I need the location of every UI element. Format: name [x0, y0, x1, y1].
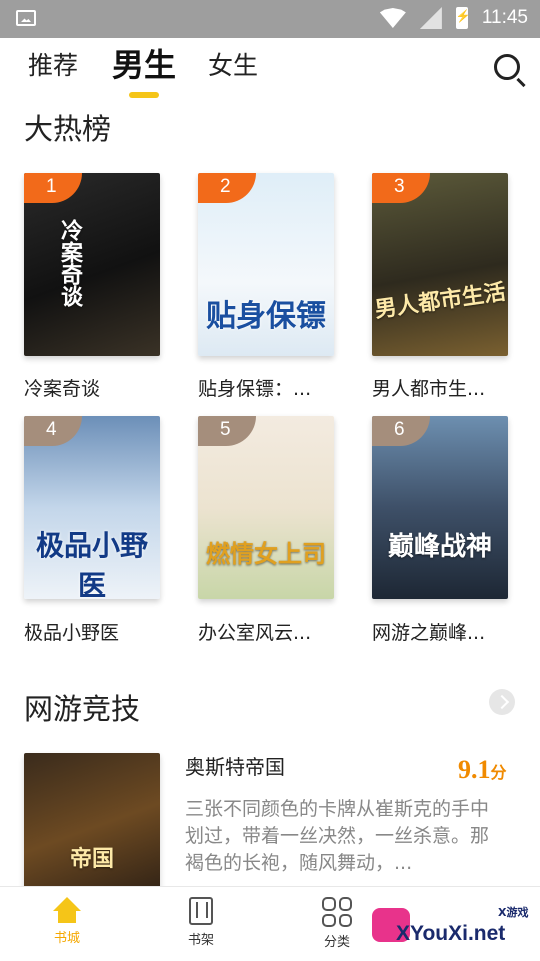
image-notification-icon [16, 10, 36, 26]
nav-bookshelf[interactable]: 书架 [171, 897, 231, 948]
tab-recommend[interactable]: 推荐 [28, 46, 78, 82]
search-icon[interactable] [494, 54, 520, 80]
home-icon [53, 897, 81, 923]
top-tabs: 推荐 男生 女生 [0, 38, 540, 98]
book-description: 三张不同颜色的卡牌从崔斯克的手中划过，带着一丝决然，一丝杀意。那褐色的长袍，随风… [185, 798, 490, 874]
book-cover[interactable]: 男人都市生活 3 [372, 173, 508, 356]
book-title[interactable]: 男人都市生... [372, 374, 485, 401]
rank-badge: 4 [24, 416, 82, 446]
book-title[interactable]: 贴身保镖：... [198, 374, 311, 401]
book-title[interactable]: 冷案奇谈 [24, 374, 100, 401]
hot-list-title: 大热榜 [24, 112, 112, 146]
nav-bookstore[interactable]: 书城 [37, 897, 97, 946]
chevron-right-icon[interactable] [489, 689, 515, 715]
battery-icon [455, 7, 471, 29]
active-tab-indicator [129, 92, 159, 98]
signal-icon [419, 7, 442, 29]
status-time: 11:45 [481, 7, 528, 28]
nav-category[interactable]: 分类 [307, 897, 367, 950]
sports-section-title: 网游竞技 [24, 692, 141, 726]
grid-icon [322, 897, 352, 927]
site-watermark: XYouXi.net X游戏 [372, 902, 532, 952]
tab-male[interactable]: 男生 [112, 40, 176, 86]
book-title[interactable]: 奥斯特帝国 [185, 751, 285, 780]
book-title[interactable]: 极品小野医 [24, 618, 119, 645]
book-icon [189, 897, 213, 925]
status-bar: 11:45 [0, 0, 540, 38]
book-cover[interactable]: 帝国 [24, 753, 160, 903]
book-cover[interactable]: 冷案奇谈 1 [24, 173, 160, 356]
rank-badge: 5 [198, 416, 256, 446]
book-cover[interactable]: 贴身保镖 2 [198, 173, 334, 356]
rank-badge: 2 [198, 173, 256, 203]
tab-female[interactable]: 女生 [208, 46, 258, 82]
book-cover[interactable]: 极品小野医 4 [24, 416, 160, 599]
wifi-icon [379, 8, 406, 28]
book-title[interactable]: 网游之巅峰... [372, 618, 485, 645]
book-title[interactable]: 办公室风云... [198, 618, 311, 645]
book-cover[interactable]: 燃情女上司 5 [198, 416, 334, 599]
rank-badge: 6 [372, 416, 430, 446]
book-cover[interactable]: 巅峰战神 6 [372, 416, 508, 599]
rank-badge: 3 [372, 173, 430, 203]
book-score: 9.1分 [458, 755, 507, 784]
rank-badge: 1 [24, 173, 82, 203]
